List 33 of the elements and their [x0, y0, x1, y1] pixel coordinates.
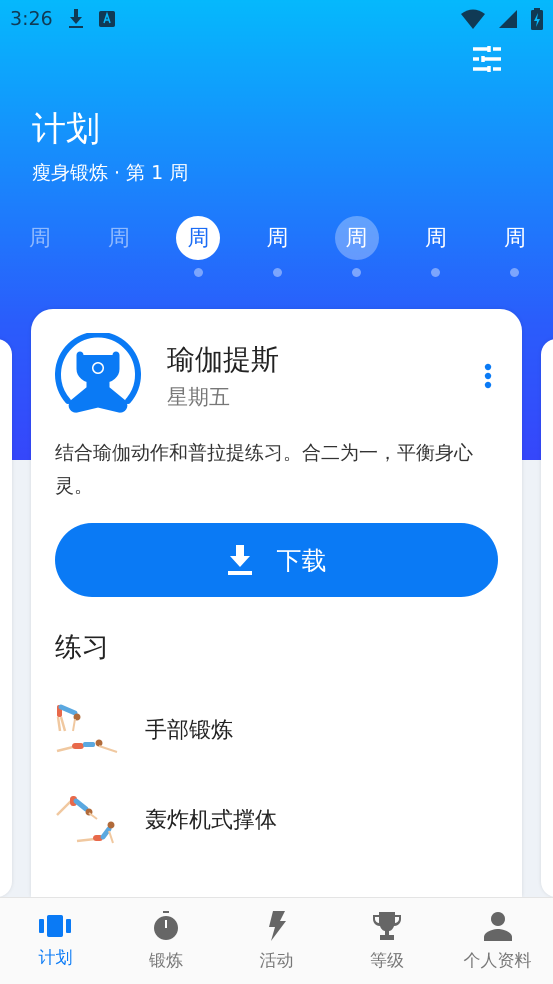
stopwatch-icon [152, 910, 179, 940]
nav-tab[interactable]: 计划 [0, 898, 111, 984]
keyboard-icon [98, 11, 115, 27]
day-tab[interactable]: 周 [18, 216, 62, 260]
more-icon [484, 363, 492, 389]
cards-icon [39, 914, 72, 938]
sliders-icon[interactable] [473, 46, 501, 72]
download-icon [226, 545, 252, 575]
nav-tab[interactable]: 活动 [221, 898, 332, 984]
exercise-name[interactable]: 手部锻炼 [145, 715, 233, 745]
nav-tab[interactable]: 锻炼 [110, 898, 222, 984]
download-icon [66, 9, 85, 29]
wifi-icon [461, 9, 485, 29]
exercise-name[interactable]: 轰炸机式撑体 [145, 805, 277, 835]
nav-tab[interactable]: 等级 [332, 898, 442, 984]
plan-subtitle: 瘦身锻炼 · 第 1 周 [32, 161, 190, 186]
day-tab[interactable]: 周 [334, 216, 379, 260]
person-icon [482, 910, 513, 940]
section-title: 练习 [55, 631, 110, 665]
workout-description: 结合瑜伽动作和普拉提练习。合二为一，平衡身心灵。 [55, 441, 474, 499]
day-tab[interactable]: 周 [255, 216, 300, 260]
workout-title: 瑜伽提斯 [167, 342, 280, 378]
day-tab[interactable]: 周 [492, 216, 537, 260]
day-tab[interactable]: 周 [414, 216, 458, 260]
signal-icon [499, 10, 517, 28]
download-button[interactable]: 下载 [55, 523, 498, 597]
trophy-icon [372, 910, 402, 940]
workout-day: 星期五 [167, 383, 452, 411]
nav-tab[interactable]: 个人资料 [442, 898, 553, 984]
day-tab[interactable]: 周 [97, 216, 142, 260]
battery-icon [531, 8, 543, 30]
page-title: 计划 [32, 108, 101, 151]
status-time: 3:26 [10, 8, 53, 30]
